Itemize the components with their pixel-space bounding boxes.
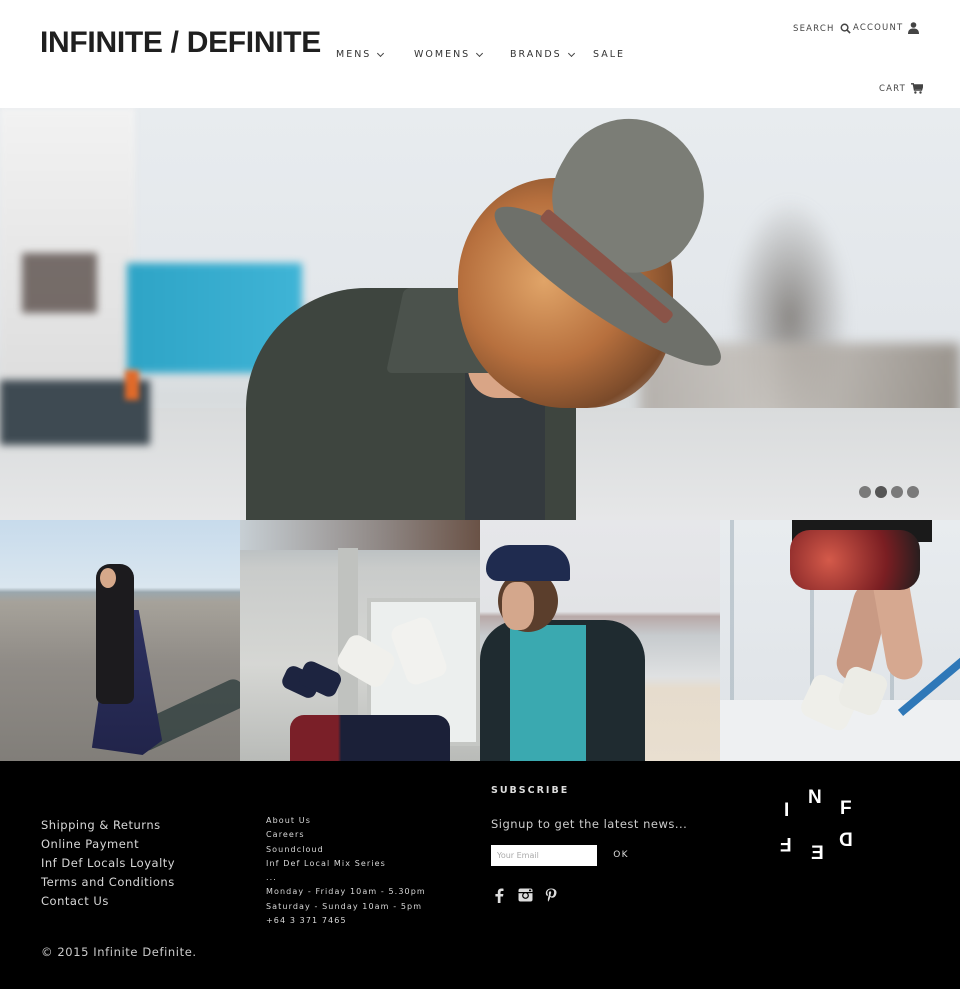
mark-letter-i: I <box>784 800 790 821</box>
site-footer: Shipping & Returns Online Payment Inf De… <box>0 761 960 989</box>
nav-label: WOMENS <box>414 49 471 60</box>
footer-link-loyalty[interactable]: Inf Def Locals Loyalty <box>41 854 175 873</box>
instagram-icon[interactable] <box>517 887 533 903</box>
nav-item-mens[interactable]: MENS <box>336 49 385 60</box>
nav-item-brands[interactable]: BRANDS <box>510 49 575 60</box>
cart-link[interactable]: CART <box>879 83 924 94</box>
tile-beach-woman[interactable] <box>0 520 240 761</box>
cart-icon <box>911 83 924 94</box>
nav-label: MENS <box>336 49 372 60</box>
slider-dot-4[interactable] <box>907 486 919 498</box>
chevron-down-icon <box>476 49 484 57</box>
slider-dot-1[interactable] <box>859 486 871 498</box>
nav-item-womens[interactable]: WOMENS <box>414 49 484 60</box>
search-label: SEARCH <box>793 23 835 34</box>
facebook-icon[interactable] <box>491 887 507 903</box>
slider-dots <box>859 486 919 498</box>
cart-label: CART <box>879 83 907 94</box>
footer-link-contact[interactable]: Contact Us <box>41 892 175 911</box>
user-icon <box>908 22 920 34</box>
footer-link-soundcloud[interactable]: Soundcloud <box>266 843 426 857</box>
tile-jumping-man[interactable] <box>720 520 960 761</box>
subscribe-title: SUBSCRIBE <box>491 785 570 796</box>
footer-links: Shipping & Returns Online Payment Inf De… <box>41 816 175 911</box>
search-icon <box>840 23 851 34</box>
footer-link-careers[interactable]: Careers <box>266 828 426 842</box>
footer-separator: ... <box>266 873 277 883</box>
email-input[interactable] <box>491 845 597 866</box>
footer-link-shipping[interactable]: Shipping & Returns <box>41 816 175 835</box>
mark-letter-e: E <box>811 843 824 864</box>
pinterest-icon[interactable] <box>543 887 559 903</box>
mark-letter-d: D <box>839 830 853 851</box>
nav-item-sale[interactable]: SALE <box>593 49 625 60</box>
tile-sneakers[interactable] <box>240 520 480 761</box>
footer-info: About Us Careers Soundcloud Inf Def Loca… <box>266 814 426 928</box>
mark-letter-n: N <box>808 787 822 808</box>
account-label: ACCOUNT <box>853 23 904 33</box>
footer-link-about[interactable]: About Us <box>266 814 426 828</box>
brand-mark: I N F D E F <box>770 786 870 866</box>
slider-dot-3[interactable] <box>891 486 903 498</box>
footer-link-mix-series[interactable]: Inf Def Local Mix Series <box>266 857 426 871</box>
subscribe-ok-button[interactable]: OK <box>607 845 635 866</box>
site-logo[interactable]: INFINITE / DEFINITE <box>40 26 321 60</box>
site-header: INFINITE / DEFINITE MENS WOMENS BRANDS S… <box>0 0 960 108</box>
hours-weekend: Saturday - Sunday 10am - 5pm <box>266 901 423 911</box>
mark-letter-f: F <box>840 798 852 819</box>
tile-lakeshore-man[interactable] <box>480 520 720 761</box>
search-link[interactable]: SEARCH <box>793 23 851 34</box>
account-link[interactable]: ACCOUNT <box>853 22 920 34</box>
social-links <box>491 887 559 903</box>
subscribe-text: Signup to get the latest news... <box>491 817 688 831</box>
mark-letter-f-inverted: F <box>780 833 792 854</box>
footer-link-payment[interactable]: Online Payment <box>41 835 175 854</box>
nav-label: SALE <box>593 49 626 60</box>
hours-weekday: Monday - Friday 10am - 5.30pm <box>266 887 426 897</box>
hero-slider[interactable] <box>0 108 960 520</box>
chevron-down-icon <box>377 49 385 57</box>
slider-dot-2[interactable] <box>875 486 887 498</box>
footer-link-terms[interactable]: Terms and Conditions <box>41 873 175 892</box>
nav-label: BRANDS <box>510 49 562 60</box>
phone-number: +64 3 371 7465 <box>266 916 347 926</box>
copyright: © 2015 Infinite Definite. <box>41 945 197 959</box>
chevron-down-icon <box>567 49 575 57</box>
image-grid <box>0 520 960 761</box>
